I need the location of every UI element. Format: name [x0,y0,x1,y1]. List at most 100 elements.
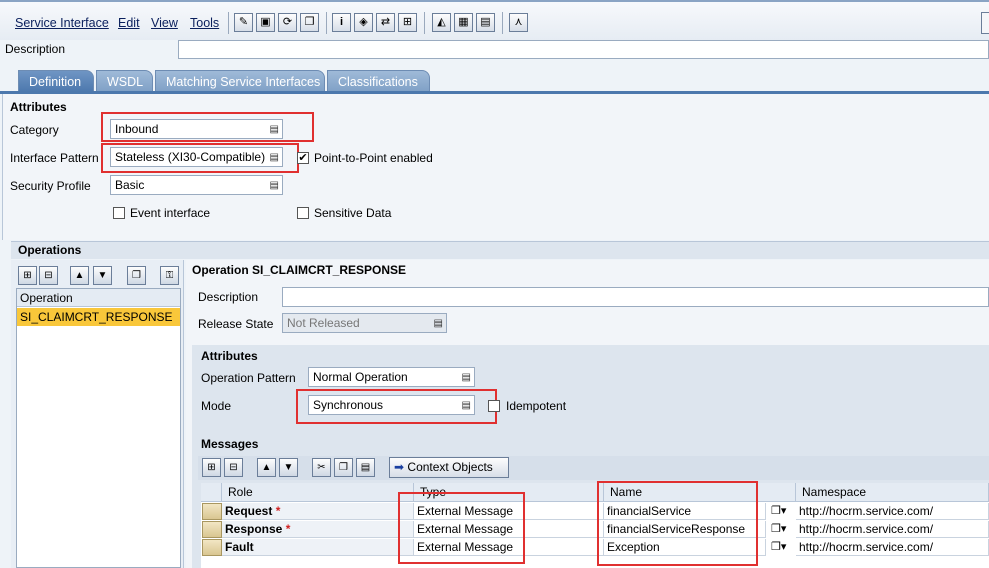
row-selector[interactable] [202,521,222,538]
operation-pattern-select[interactable]: Normal Operation [308,367,475,387]
table-row: Request * [222,503,414,520]
mode-label: Mode [201,399,232,413]
puzzle-icon[interactable]: ◭ [432,13,451,32]
namespace-cell[interactable]: http://hocrm.service.com/ [796,521,989,538]
table-icon[interactable]: ▦ [454,13,473,32]
type-cell[interactable]: External Message [414,503,604,520]
operations-title: Operations [18,243,82,257]
row-selector-header [201,483,222,502]
col-role: Role [222,483,414,502]
description-input[interactable] [178,40,989,59]
toolbar-separator [228,12,229,34]
add-row-icon[interactable]: ⊞ [202,458,221,477]
toolbar-separator [326,12,327,34]
value-help-icon[interactable]: ❐▾ [771,522,786,535]
row-selector[interactable] [202,503,222,520]
row-selector[interactable] [202,539,222,556]
col-namespace: Namespace [796,483,989,502]
move-up-icon[interactable]: ▲ [257,458,276,477]
tab-wsdl[interactable]: WSDL [96,70,153,92]
toolbar-separator [502,12,503,34]
namespace-cell[interactable]: http://hocrm.service.com/ [796,503,989,520]
operations-header [11,241,989,259]
p2p-label: Point-to-Point enabled [314,151,433,165]
paste-icon[interactable]: ▤ [356,458,375,477]
table-row: Response * [222,521,414,538]
paint-icon[interactable]: ◈ [354,13,373,32]
toolbar-separator [424,12,425,34]
branch-icon[interactable]: ⋏ [509,13,528,32]
namespace-cell[interactable]: http://hocrm.service.com/ [796,539,989,556]
hierarchy-icon[interactable]: ⇄ [376,13,395,32]
copy-icon[interactable]: ❐ [300,13,319,32]
save-icon[interactable]: ▣ [256,13,275,32]
interface-pattern-select[interactable]: Stateless (XI30-Compatible) [110,147,283,167]
required-marker: * [285,522,291,536]
network-icon[interactable]: ⊞ [398,13,417,32]
type-cell[interactable]: External Message [414,539,604,556]
name-cell[interactable]: financialServiceResponse [604,521,766,538]
category-select[interactable]: Inbound [110,119,283,139]
arrow-right-icon: ➡ [394,460,405,474]
menu-bar: Service Interface Edit View Tools ✎ ▣ ⟳ … [0,0,989,40]
menu-tools[interactable]: Tools [190,16,219,30]
idempotent-checkbox[interactable] [488,400,500,412]
operation-title: Operation SI_CLAIMCRT_RESPONSE [192,263,407,277]
required-marker: * [275,504,281,518]
description-label: Description [5,42,66,56]
key-icon[interactable]: ⚿ [160,266,179,285]
operations-list [16,288,181,568]
move-down-icon[interactable]: ▼ [93,266,112,285]
delete-row-icon[interactable]: ⊟ [39,266,58,285]
info-icon[interactable]: i [332,13,351,32]
move-down-icon[interactable]: ▼ [279,458,298,477]
move-up-icon[interactable]: ▲ [70,266,89,285]
tab-classifications[interactable]: Classifications [327,70,430,92]
category-label: Category [10,123,59,137]
type-cell[interactable]: External Message [414,521,604,538]
interface-pattern-label: Interface Pattern [10,151,99,165]
op-description-label: Description [198,290,259,304]
mode-select[interactable]: Synchronous [308,395,475,415]
event-interface-checkbox[interactable] [113,207,125,219]
cut-icon[interactable]: ✂ [312,458,331,477]
context-objects-label: Context Objects [407,460,493,474]
copy-icon[interactable]: ❐ [127,266,146,285]
menu-edit[interactable]: Edit [118,16,140,30]
pencil-glasses-icon[interactable]: ✎ [234,13,253,32]
menu-service-interface[interactable]: Service Interface [15,16,109,30]
refresh-icon[interactable]: ⟳ [278,13,297,32]
value-help-icon[interactable]: ❐▾ [771,504,786,517]
context-objects-button[interactable]: ➡ Context Objects [389,457,509,478]
name-cell[interactable]: financialService [604,503,766,520]
menu-view[interactable]: View [151,16,178,30]
security-profile-select[interactable]: Basic [110,175,283,195]
operation-pattern-label: Operation Pattern [201,371,296,385]
attributes-title: Attributes [10,100,67,114]
tab-matching-service-interfaces[interactable]: Matching Service Interfaces [155,70,325,92]
role-cell: Response [225,522,283,536]
window-scroll-stub[interactable] [981,12,989,34]
p2p-checkbox[interactable]: ✔ [297,152,309,164]
copy-icon[interactable]: ❐ [334,458,353,477]
delete-row-icon[interactable]: ⊟ [224,458,243,477]
role-cell: Fault [225,540,254,554]
add-row-icon[interactable]: ⊞ [18,266,37,285]
value-help-icon[interactable]: ❐▾ [771,540,786,553]
sensitive-data-checkbox[interactable] [297,207,309,219]
messages-title: Messages [201,437,259,451]
event-interface-label: Event interface [130,206,211,220]
op-attributes-title: Attributes [201,349,258,363]
op-description-input[interactable] [282,287,989,307]
role-cell: Request [225,504,273,518]
sensitive-data-label: Sensitive Data [314,206,392,220]
tab-definition[interactable]: Definition [18,70,94,92]
idempotent-label: Idempotent [506,399,567,413]
operations-list-header: Operation [17,289,180,307]
table-row: Fault [222,539,414,556]
book-icon[interactable]: ▤ [476,13,495,32]
col-type: Type [414,483,604,502]
list-item[interactable]: SI_CLAIMCRT_RESPONSE [17,308,180,326]
col-name: Name [604,483,796,502]
name-cell[interactable]: Exception [604,539,766,556]
